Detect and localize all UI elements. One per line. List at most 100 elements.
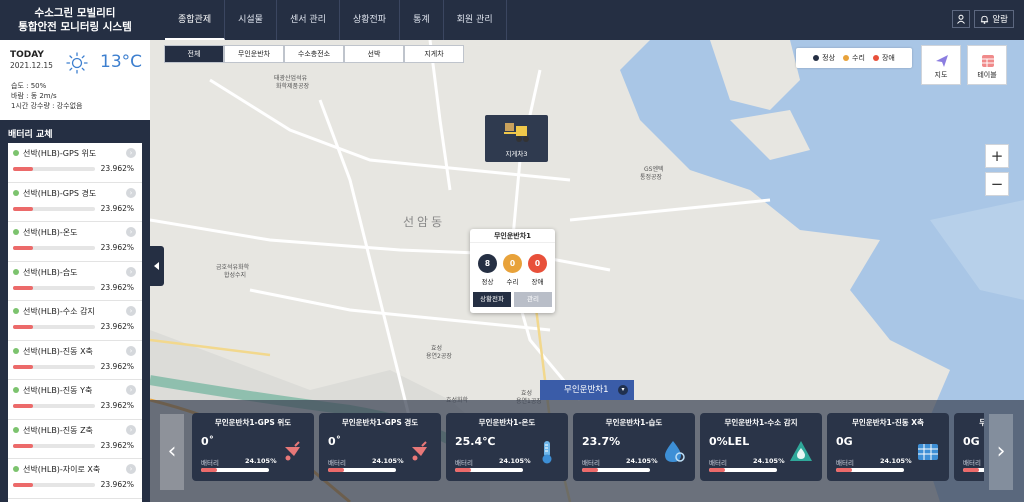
filter-tab-all[interactable]: 전체 bbox=[164, 45, 224, 63]
legend-fault: 장애 bbox=[881, 54, 895, 62]
remove-icon[interactable]: › bbox=[126, 345, 136, 356]
sensor-card[interactable]: 무인운반차1-습도 23.7% 배터리 24.105% bbox=[573, 413, 695, 481]
remove-icon[interactable]: › bbox=[126, 266, 136, 277]
repair-count: 0 bbox=[503, 254, 522, 273]
sensor-card[interactable]: 무인운반차1-진동 Y축0G배터리24.105% bbox=[954, 413, 984, 481]
battery-item-label: 선박(HLB)-GPS 위도 bbox=[23, 149, 97, 158]
sidebar-toggle-button[interactable] bbox=[150, 246, 164, 286]
nav-situation[interactable]: 상황전파 bbox=[340, 0, 401, 40]
sensor-card-value: 0˚ bbox=[328, 435, 342, 448]
nav-facilities[interactable]: 시설물 bbox=[225, 0, 277, 40]
forklift-marker[interactable]: 지게차3 bbox=[485, 115, 548, 162]
sensor-card-battery-label: 배터리 bbox=[963, 459, 981, 467]
carousel-prev-button[interactable]: ‹ bbox=[160, 414, 184, 490]
situation-share-button[interactable]: 상황전파 bbox=[473, 292, 511, 307]
sensor-card-battery-bar bbox=[455, 468, 523, 472]
popup-title: 무인운반차1 bbox=[470, 229, 555, 243]
sensor-card[interactable]: 무인운반차1-수소 감지 0%LEL 배터리 24.105% bbox=[700, 413, 822, 481]
filter-tab-ship[interactable]: 선박 bbox=[344, 45, 404, 63]
battery-item-label: 선박(HLB)-GPS 경도 bbox=[23, 188, 97, 198]
carousel-next-button[interactable]: › bbox=[989, 414, 1013, 490]
nav-statistics[interactable]: 통계 bbox=[400, 0, 444, 40]
map-label: 통정공장 bbox=[640, 174, 663, 181]
sensor-card-title: 무인운반차1-습도 bbox=[605, 418, 663, 427]
zoom-out-button[interactable]: − bbox=[985, 172, 1009, 196]
filter-tab-agv[interactable]: 무인운반차 bbox=[224, 45, 284, 63]
app-logo[interactable]: 수소그린 모빌리티 통합안전 모니터링 시스템 bbox=[0, 0, 150, 40]
legend-repair: 수리 bbox=[852, 54, 865, 62]
sensor-card-value: 0%LEL bbox=[709, 435, 750, 448]
user-icon bbox=[957, 14, 966, 24]
satellite-icon bbox=[407, 439, 433, 465]
status-dot-icon bbox=[13, 189, 19, 196]
battery-item[interactable]: 선박(HLB)-온도 › 23.962% bbox=[8, 222, 142, 262]
sensor-card-title: 무인운반차1-진동 X축 bbox=[852, 418, 924, 427]
manage-button[interactable]: 관리 bbox=[514, 292, 552, 307]
remove-icon[interactable]: › bbox=[126, 227, 136, 237]
battery-percent: 23.962% bbox=[100, 203, 134, 213]
sensor-card[interactable]: 무인운반차1-GPS 위도 0˚ 배터리 24.105% bbox=[192, 413, 314, 481]
wind-text: 바람 : 동 2m/s bbox=[11, 92, 57, 100]
sensor-card-title: 무인운반차1-GPS 위도 bbox=[214, 418, 292, 427]
vibration-grid-icon bbox=[915, 439, 941, 465]
alarm-label: 알람 bbox=[992, 15, 1008, 25]
remove-icon[interactable]: › bbox=[126, 464, 136, 474]
sensor-card-battery-bar bbox=[836, 468, 904, 472]
battery-item-label: 선박(HLB)-진동 Z축 bbox=[23, 425, 93, 435]
sensor-card[interactable]: 무인운반차1-온도 25.4℃ 배터리 24.105% bbox=[446, 413, 568, 481]
alarm-button[interactable]: 알람 bbox=[974, 10, 1014, 28]
app-title-line1: 수소그린 모빌리티 bbox=[34, 7, 116, 19]
fault-label: 장애 bbox=[531, 278, 544, 286]
map-view-label: 지도 bbox=[934, 71, 948, 79]
battery-progress bbox=[13, 364, 95, 369]
nav-sensors[interactable]: 센서 관리 bbox=[277, 0, 340, 40]
sensor-card-battery-label: 배터리 bbox=[201, 459, 219, 467]
battery-item[interactable]: 선박(HLB)-자이로 X축 › 23.962% bbox=[8, 459, 142, 499]
battery-item[interactable]: 선박(HLB)-진동 Y축 › 23.962% bbox=[8, 380, 142, 420]
zoom-in-button[interactable]: + bbox=[985, 144, 1009, 168]
sidebar: TODAY 2021.12.15 13°C 습도 : 50% 바람 : 동 2m… bbox=[0, 40, 150, 502]
remove-icon[interactable]: › bbox=[126, 424, 136, 435]
remove-icon[interactable]: › bbox=[126, 148, 136, 158]
remove-icon[interactable]: › bbox=[126, 385, 136, 395]
map-view-button[interactable]: 지도 bbox=[921, 45, 961, 85]
battery-list[interactable]: 선박(HLB)-GPS 위도 › 23.962% 선박(HLB)-GPS 경도 › 23.… bbox=[8, 143, 142, 502]
sensor-card-battery-bar bbox=[201, 468, 269, 472]
battery-percent: 23.962% bbox=[100, 440, 134, 450]
battery-progress bbox=[13, 404, 95, 408]
table-view-button[interactable]: 테이블 bbox=[967, 45, 1007, 85]
sensor-card-value: 0G bbox=[963, 435, 980, 448]
selected-vehicle-tab[interactable]: 무인운반차1 ▾ bbox=[540, 380, 634, 400]
vehicle-popup: 무인운반차1 8 0 0 정상 수리 장애 상황전파 관리 bbox=[470, 229, 555, 313]
filter-tab-hydrogen-station[interactable]: 수소충전소 bbox=[284, 45, 344, 63]
battery-progress-fill bbox=[13, 246, 33, 250]
top-header: 수소그린 모빌리티 통합안전 모니터링 시스템 종합관제 시설물 센서 관리 상… bbox=[0, 0, 1024, 40]
battery-progress-fill bbox=[13, 404, 33, 408]
battery-item[interactable]: 선박(HLB)-진동 X축 › 23.962% bbox=[8, 341, 142, 380]
sensor-card-battery-label: 배터리 bbox=[709, 459, 727, 467]
battery-progress bbox=[13, 285, 95, 290]
nav-members[interactable]: 회원 관리 bbox=[444, 0, 507, 40]
battery-item[interactable]: 선박(HLB)-GPS 경도 › 23.962% bbox=[8, 183, 142, 222]
remove-icon[interactable]: › bbox=[126, 306, 136, 316]
sensor-card-value: 23.7% bbox=[582, 435, 621, 448]
sensor-card-battery-label: 배터리 bbox=[455, 459, 473, 467]
battery-item[interactable]: 선박(HLB)-수소 감지 › 23.962% bbox=[8, 301, 142, 341]
sensor-card[interactable]: 무인운반차1-GPS 경도 0˚ 배터리 24.105% bbox=[319, 413, 441, 481]
battery-percent: 23.962% bbox=[100, 480, 134, 489]
sensor-card-battery-fill bbox=[201, 468, 218, 472]
status-dot-icon bbox=[13, 347, 19, 354]
nav-control[interactable]: 종합관제 bbox=[165, 0, 226, 40]
battery-item[interactable]: 선박(HLB)-진동 Z축 › 23.962% bbox=[8, 420, 142, 459]
selected-vehicle-label: 무인운반차1 bbox=[564, 385, 609, 395]
remove-icon[interactable]: › bbox=[126, 187, 136, 198]
sensor-card[interactable]: 무인운반차1-진동 X축 0G 배터리 24.105% bbox=[827, 413, 949, 481]
app-title-line2: 통합안전 모니터링 시스템 bbox=[18, 21, 132, 33]
chevron-down-icon: ▾ bbox=[618, 385, 628, 395]
battery-item[interactable]: 선박(HLB)-GPS 위도 › 23.962% bbox=[8, 143, 142, 183]
sensor-card-battery-fill bbox=[963, 468, 980, 472]
sensor-card-battery-fill bbox=[836, 468, 853, 472]
filter-tab-forklift[interactable]: 지게차 bbox=[404, 45, 464, 63]
battery-item[interactable]: 선박(HLB)-습도 › 23.962% bbox=[8, 262, 142, 301]
user-button[interactable] bbox=[952, 10, 971, 28]
